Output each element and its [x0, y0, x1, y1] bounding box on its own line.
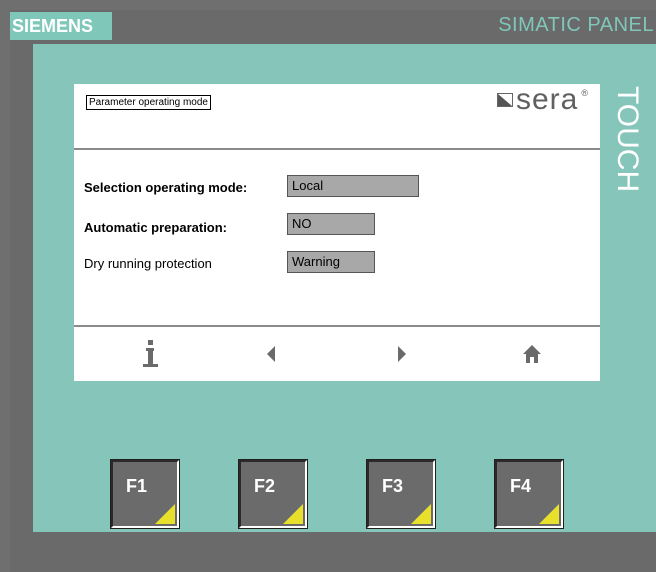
- automatic-preparation-label: Automatic preparation:: [84, 220, 228, 235]
- f3-key-corner-icon: [411, 504, 431, 524]
- sera-logo-mark-icon: [497, 93, 513, 107]
- touch-label: TOUCH: [611, 86, 644, 193]
- f2-key[interactable]: F2: [238, 459, 308, 529]
- f4-key-corner-icon: [539, 504, 559, 524]
- f1-key-corner-icon: [155, 504, 175, 524]
- f3-key[interactable]: F3: [366, 459, 436, 529]
- automatic-preparation-field[interactable]: NO: [287, 213, 375, 235]
- f2-key-label: F2: [254, 476, 276, 496]
- arrow-right-icon: [398, 346, 406, 362]
- f1-key[interactable]: F1: [110, 459, 180, 529]
- sera-logo: sera ®: [497, 84, 588, 116]
- f2-key-corner-icon: [283, 504, 303, 524]
- sera-logo-registered: ®: [581, 88, 588, 98]
- hmi-screen: Parameter operating mode sera ® Selectio…: [74, 84, 600, 381]
- info-button[interactable]: [134, 339, 166, 369]
- f4-key[interactable]: F4: [494, 459, 564, 529]
- selection-operating-mode-label: Selection operating mode:: [84, 180, 248, 195]
- dry-running-protection-label: Dry running protection: [84, 256, 212, 271]
- next-button[interactable]: [390, 339, 414, 369]
- arrow-left-icon: [267, 346, 275, 362]
- simatic-panel-label: SIMATIC PANEL: [498, 14, 654, 36]
- f1-key-label: F1: [126, 476, 148, 496]
- selection-operating-mode-field[interactable]: Local: [287, 175, 419, 197]
- home-icon: [523, 345, 541, 363]
- f3-key-label: F3: [382, 476, 404, 496]
- previous-button[interactable]: [259, 339, 283, 369]
- header-divider: [74, 148, 600, 150]
- home-button[interactable]: [518, 339, 546, 369]
- dry-running-protection-field[interactable]: Warning: [287, 251, 375, 273]
- device-left-frame: [10, 44, 33, 532]
- siemens-logo: SIEMENS: [10, 12, 112, 40]
- f4-key-label: F4: [510, 476, 532, 496]
- footer-divider: [74, 325, 600, 327]
- sera-logo-text: sera: [516, 83, 579, 116]
- device-bottom-frame: [10, 532, 656, 572]
- screen-title: Parameter operating mode: [86, 95, 211, 110]
- info-icon: [143, 340, 158, 367]
